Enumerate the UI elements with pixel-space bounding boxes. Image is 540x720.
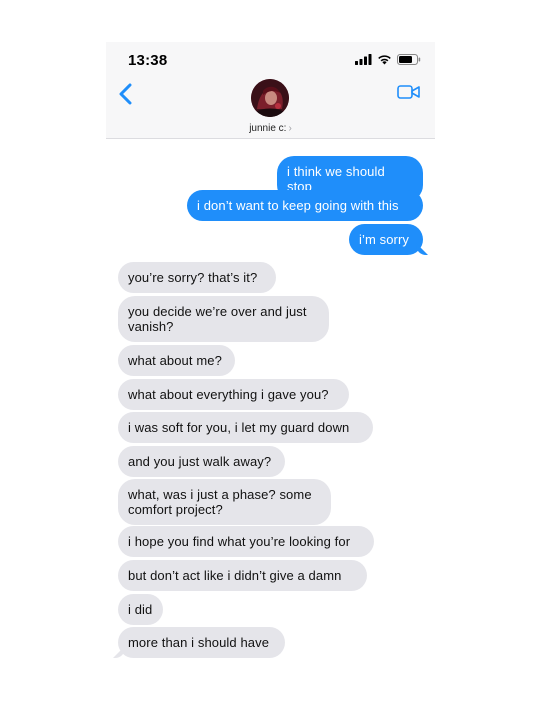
message-bubble-received[interactable]: i hope you find what you’re looking for <box>118 526 374 557</box>
chevron-left-icon <box>119 83 132 105</box>
message-text: but don’t act like i didn’t give a damn <box>128 568 342 583</box>
avatar-image <box>251 79 289 117</box>
message-text: you’re sorry? that’s it? <box>128 270 258 285</box>
message-text: i was soft for you, i let my guard down <box>128 420 350 435</box>
message-text: you decide we’re over and just vanish? <box>128 304 307 334</box>
message-text: what about me? <box>128 353 222 368</box>
message-bubble-received[interactable]: what about me? <box>118 345 235 376</box>
message-text: what, was i just a phase? some comfort p… <box>128 487 312 517</box>
message-bubble-sent[interactable]: i’m sorry <box>349 224 423 255</box>
back-button[interactable] <box>116 80 138 108</box>
contact-name[interactable]: junnie c: › <box>106 123 435 134</box>
wifi-icon <box>378 55 391 65</box>
message-text: i hope you find what you’re looking for <box>128 534 351 549</box>
phone-screen: 13:38 junnie c: › i think we should stop… <box>106 42 435 672</box>
message-bubble-received[interactable]: you decide we’re over and just vanish? <box>118 296 329 342</box>
message-text: and you just walk away? <box>128 454 272 469</box>
contact-avatar[interactable] <box>251 79 289 117</box>
message-bubble-sent[interactable]: i don’t want to keep going with this <box>187 190 423 221</box>
battery-icon <box>397 54 421 65</box>
message-bubble-received[interactable]: more than i should have <box>118 627 285 658</box>
message-text: i did <box>128 602 153 617</box>
chevron-right-icon: › <box>288 123 292 134</box>
facetime-video-button[interactable] <box>397 83 421 101</box>
contact-name-label: junnie c: <box>249 123 287 134</box>
message-bubble-received[interactable]: i was soft for you, i let my guard down <box>118 412 373 443</box>
message-bubble-received[interactable]: i did <box>118 594 163 625</box>
status-icons <box>355 54 421 65</box>
status-time: 13:38 <box>128 52 168 69</box>
message-bubble-received[interactable]: but don’t act like i didn’t give a damn <box>118 560 367 591</box>
message-text: more than i should have <box>128 635 270 650</box>
message-bubble-received[interactable]: and you just walk away? <box>118 446 285 477</box>
message-bubble-received[interactable]: what about everything i gave you? <box>118 379 349 410</box>
message-text: i’m sorry <box>359 232 410 247</box>
message-bubble-received[interactable]: what, was i just a phase? some comfort p… <box>118 479 331 525</box>
cellular-signal-icon <box>355 54 372 65</box>
message-text: i don’t want to keep going with this <box>197 198 399 213</box>
video-camera-icon <box>397 85 420 99</box>
message-bubble-received[interactable]: you’re sorry? that’s it? <box>118 262 276 293</box>
message-text: what about everything i gave you? <box>128 387 329 402</box>
conversation-header: 13:38 junnie c: › <box>106 42 435 139</box>
